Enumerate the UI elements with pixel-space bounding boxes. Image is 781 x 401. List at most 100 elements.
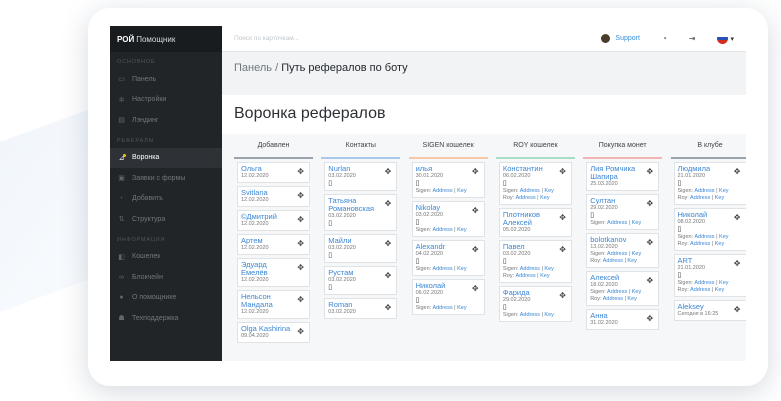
sigen-address-link[interactable]: Address	[694, 188, 714, 194]
move-icon[interactable]: ✥	[646, 314, 653, 323]
card-name[interactable]: Aleksey	[678, 303, 743, 311]
move-icon[interactable]: ✥	[472, 245, 479, 254]
sidebar-item[interactable]: ⊿ Воронка	[110, 147, 222, 168]
move-icon[interactable]: ✥	[385, 199, 392, 208]
referral-card[interactable]: Нельсон Мандала 12.02.2020 ✥	[237, 290, 310, 319]
sigen-address-link[interactable]: Address	[694, 280, 714, 286]
referral-card[interactable]: илья 30.01.2020 ✥ ▯ Sigen: Address | Key	[411, 162, 485, 198]
referral-card[interactable]: Константин 06.02.2020 ✥ ▯ Sigen: Address | K…	[498, 162, 572, 205]
move-icon[interactable]: ✥	[559, 167, 566, 176]
sigen-key-link[interactable]: Key	[632, 289, 641, 295]
move-icon[interactable]: ✥	[385, 167, 392, 176]
referral-card[interactable]: Рустам 03.02.2020 ✥ ▯	[324, 266, 398, 295]
roy-key-link[interactable]: Key	[715, 241, 724, 247]
sidebar-item[interactable]: ☗ Техподдержка	[110, 308, 222, 329]
sigen-address-link[interactable]: Address	[694, 234, 714, 240]
sigen-address-link[interactable]: Address	[432, 188, 452, 194]
move-icon[interactable]: ✥	[297, 167, 304, 176]
move-icon[interactable]: ✥	[385, 271, 392, 280]
logout-icon[interactable]: ⇥	[689, 34, 696, 43]
referral-card[interactable]: Анна 31.02.2020 ✥	[586, 309, 660, 330]
move-icon[interactable]: ✥	[297, 239, 304, 248]
sigen-key-link[interactable]: Key	[544, 266, 553, 272]
breadcrumb-root[interactable]: Панель	[234, 62, 272, 74]
card-name[interactable]: ART	[678, 257, 743, 265]
roy-key-link[interactable]: Key	[627, 296, 636, 302]
sigen-key-link[interactable]: Key	[544, 312, 553, 318]
roy-address-link[interactable]: Address	[690, 241, 710, 247]
card-name[interactable]: ©Дмитрий	[241, 213, 306, 221]
move-icon[interactable]: ✥	[734, 213, 741, 222]
move-icon[interactable]: ✥	[472, 284, 479, 293]
move-icon[interactable]: ✥	[297, 191, 304, 200]
referral-card[interactable]: Николай 06.02.2020 ✥ ▯ Sigen: Address | Key	[411, 279, 485, 315]
move-icon[interactable]: ✥	[646, 238, 653, 247]
sigen-address-link[interactable]: Address	[520, 188, 540, 194]
sigen-key-link[interactable]: Key	[544, 188, 553, 194]
sidebar-item[interactable]: ◧ Кошелек	[110, 247, 222, 268]
sigen-key-link[interactable]: Key	[719, 234, 728, 240]
sidebar-item[interactable]: ▤ Лэндинг	[110, 110, 222, 131]
roy-address-link[interactable]: Address	[515, 195, 535, 201]
sigen-key-link[interactable]: Key	[632, 251, 641, 257]
sigen-address-link[interactable]: Address	[607, 289, 627, 295]
card-name[interactable]: Алексей	[590, 274, 655, 282]
card-name[interactable]: Svitlana	[241, 189, 306, 197]
card-name[interactable]: Павел	[503, 243, 568, 251]
move-icon[interactable]: ✥	[385, 303, 392, 312]
move-icon[interactable]: ✥	[472, 167, 479, 176]
roy-address-link[interactable]: Address	[515, 273, 535, 279]
roy-address-link[interactable]: Address	[603, 296, 623, 302]
move-icon[interactable]: ✥	[385, 239, 392, 248]
sigen-address-link[interactable]: Address	[432, 305, 452, 311]
card-name[interactable]: Константин	[503, 165, 568, 173]
sidebar-item[interactable]: ● О помощнике	[110, 288, 222, 309]
sidebar-item[interactable]: ⁺ Добавить	[110, 189, 222, 210]
sidebar-item[interactable]: ∞ Блокчейн	[110, 267, 222, 288]
move-icon[interactable]: ✥	[734, 305, 741, 314]
sigen-key-link[interactable]: Key	[457, 227, 466, 233]
sidebar-item[interactable]: ▭ Панель	[110, 69, 222, 90]
roy-address-link[interactable]: Address	[603, 258, 623, 264]
card-name[interactable]: Анна	[590, 312, 655, 320]
referral-card[interactable]: Фарида 29.02.2020 ✥ ▯ Sigen: Address | Key	[498, 286, 572, 322]
move-icon[interactable]: ✥	[559, 245, 566, 254]
roy-key-link[interactable]: Key	[540, 273, 549, 279]
move-icon[interactable]: ✥	[646, 276, 653, 285]
sidebar-item[interactable]: ✲ Настройки	[110, 90, 222, 111]
card-name[interactable]: Roman	[328, 301, 393, 309]
card-name[interactable]: Майли	[328, 237, 393, 245]
move-icon[interactable]: ✥	[297, 295, 304, 304]
referral-card[interactable]: Алексей 18.02.2020 ✥ Sigen: Address | Key Ro…	[586, 271, 660, 306]
card-name[interactable]: Людмила	[678, 165, 743, 173]
card-name[interactable]: Alexandr	[416, 243, 481, 251]
referral-card[interactable]: Alexandr 04.02.2020 ✥ ▯ Sigen: Address | Key	[411, 240, 485, 276]
card-name[interactable]: Артем	[241, 237, 306, 245]
referral-card[interactable]: Ольга 12.02.2020 ✥	[237, 162, 310, 183]
card-name[interactable]: Рустам	[328, 269, 393, 277]
referral-card[interactable]: Эдуард Емелёв 12.02.2020 ✥	[237, 258, 310, 287]
referral-card[interactable]: Султан 29.02.2020 ✥ ▯ Sigen: Address | Key	[586, 194, 660, 230]
card-name[interactable]: Olga Kashirina	[241, 325, 306, 333]
roy-key-link[interactable]: Key	[540, 195, 549, 201]
sigen-key-link[interactable]: Key	[719, 188, 728, 194]
referral-card[interactable]: ©Дмитрий 12.02.2020 ✥	[237, 210, 310, 231]
card-name[interactable]: Nikolay	[416, 204, 481, 212]
move-icon[interactable]: ✥	[646, 199, 653, 208]
sigen-key-link[interactable]: Key	[632, 220, 641, 226]
card-name[interactable]: Плотников Алексей	[503, 211, 568, 227]
referral-card[interactable]: Nurlan 03.02.2020 ✥ ▯	[324, 162, 398, 191]
referral-card[interactable]: Артем 12.02.2020 ✥	[237, 234, 310, 255]
move-icon[interactable]: ✥	[297, 327, 304, 336]
referral-card[interactable]: Olga Kashirina 09.04.2020 ✥	[237, 322, 310, 343]
card-name[interactable]: илья	[416, 165, 481, 173]
referral-card[interactable]: Николай 08.02.2020 ✥ ▯ Sigen: Address | Key R…	[673, 208, 746, 251]
sigen-address-link[interactable]: Address	[432, 227, 452, 233]
card-name[interactable]: Лия Ромчика Шапира	[590, 165, 655, 181]
card-name[interactable]: Нельсон Мандала	[241, 293, 306, 309]
roy-address-link[interactable]: Address	[690, 195, 710, 201]
sigen-address-link[interactable]: Address	[607, 220, 627, 226]
card-name[interactable]: Эдуард Емелёв	[241, 261, 306, 277]
card-name[interactable]: Nurlan	[328, 165, 393, 173]
referral-card[interactable]: Roman 03.02.2020 ✥	[324, 298, 398, 319]
